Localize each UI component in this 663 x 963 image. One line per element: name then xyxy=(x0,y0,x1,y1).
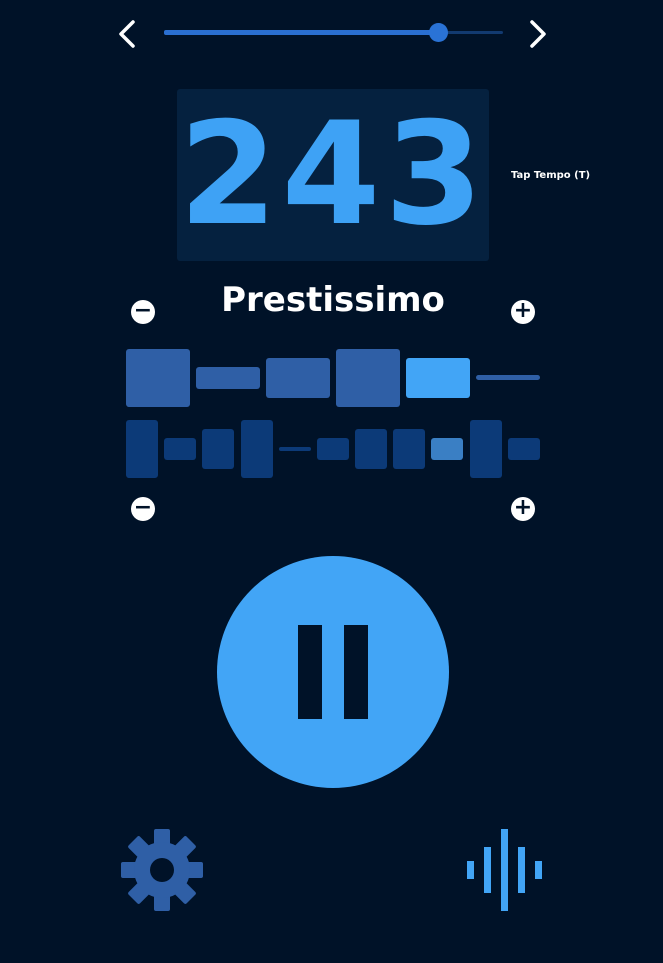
gear-icon xyxy=(121,829,203,911)
beat-block[interactable] xyxy=(126,420,158,478)
beat-block[interactable] xyxy=(476,375,540,380)
tempo-slider-fill xyxy=(164,30,439,35)
beat-block[interactable] xyxy=(126,349,190,407)
tempo-slider-thumb[interactable] xyxy=(429,23,449,42)
pause-button[interactable] xyxy=(217,556,449,788)
plus-icon: + xyxy=(513,495,533,520)
tempo-name: Prestissimo xyxy=(221,280,445,320)
chevron-left-icon xyxy=(119,20,135,48)
beat-block[interactable] xyxy=(196,367,260,389)
beat-block[interactable] xyxy=(241,420,273,478)
beat-block[interactable] xyxy=(355,429,387,469)
settings-button[interactable] xyxy=(121,829,203,911)
increase-top-beats-button[interactable]: + xyxy=(511,300,535,324)
tap-tempo-label[interactable]: Tap Tempo (T) xyxy=(511,170,590,181)
beat-block[interactable] xyxy=(431,438,463,460)
next-button[interactable] xyxy=(522,14,552,54)
minus-icon: − xyxy=(133,495,153,520)
decrease-bottom-beats-button[interactable]: − xyxy=(131,497,155,521)
beat-block[interactable] xyxy=(202,429,234,469)
beat-block[interactable] xyxy=(336,349,400,407)
beat-block[interactable] xyxy=(317,438,349,460)
beat-block[interactable] xyxy=(508,438,540,460)
beat-block[interactable] xyxy=(164,438,196,460)
minus-icon: − xyxy=(133,298,153,323)
beat-block[interactable] xyxy=(266,358,330,398)
sound-button[interactable] xyxy=(465,827,543,913)
bpm-value: 243 xyxy=(178,92,488,257)
plus-icon: + xyxy=(513,298,533,323)
sound-wave-icon xyxy=(467,829,542,911)
decrease-top-beats-button[interactable]: − xyxy=(131,300,155,324)
beat-block[interactable] xyxy=(406,358,470,398)
chevron-right-icon xyxy=(530,20,546,48)
beat-block[interactable] xyxy=(470,420,502,478)
beat-block[interactable] xyxy=(393,429,425,469)
prev-button[interactable] xyxy=(113,14,143,54)
beat-block[interactable] xyxy=(279,447,311,451)
increase-bottom-beats-button[interactable]: + xyxy=(511,497,535,521)
